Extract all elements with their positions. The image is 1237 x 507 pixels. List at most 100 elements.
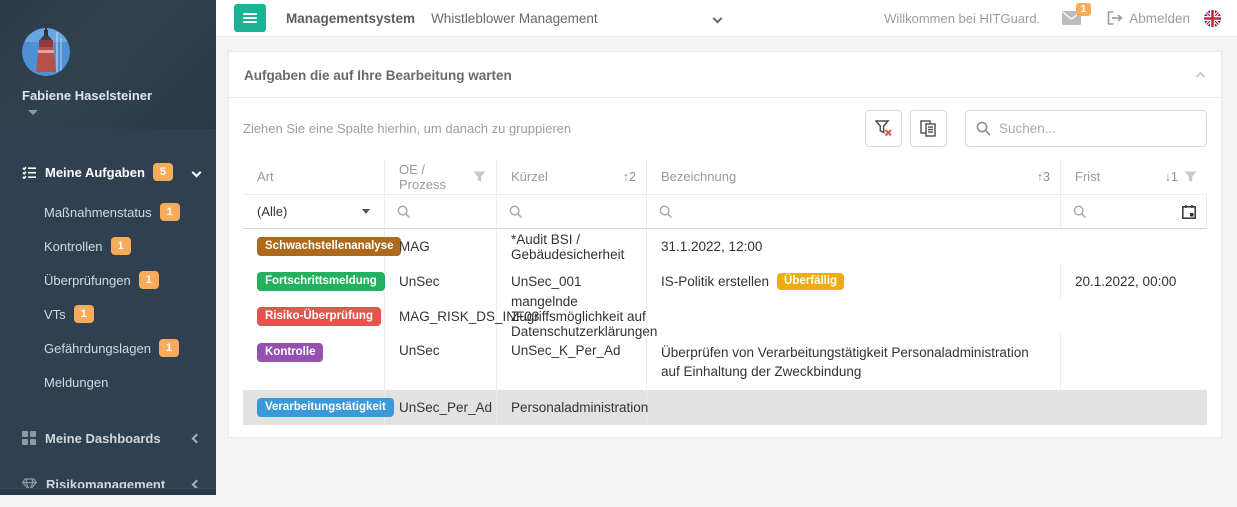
filter-funnel-icon[interactable] [473, 171, 486, 183]
filter-cell-kuerzel[interactable] [497, 195, 647, 228]
table-row[interactable]: Fortschrittsmeldung UnSec UnSec_001 IS-P… [243, 264, 1207, 299]
filter-funnel-icon[interactable] [1184, 171, 1197, 183]
calendar-icon[interactable] [1182, 205, 1196, 219]
panel-bottom-padding [229, 425, 1221, 437]
chevron-left-icon [192, 433, 202, 443]
type-badge: Risiko-Überprüfung [257, 307, 381, 326]
table-row[interactable]: Kontrolle UnSec UnSec_K_Per_Ad Überprüfe… [243, 334, 1207, 390]
cell-oe: UnSec [385, 264, 497, 299]
type-badge: Kontrolle [257, 343, 323, 362]
filter-cell-bezeichnung[interactable] [647, 195, 1061, 228]
type-badge: Verarbeitungstätigkeit [257, 398, 394, 417]
sidebar-item-label: Maßnahmenstatus [44, 205, 152, 220]
cell-oe: MAG [385, 229, 497, 264]
grid-search [965, 110, 1207, 147]
search-input[interactable] [999, 121, 1196, 136]
sidebar-nav: Meine Aufgaben 5 Maßnahmenstatus 1 Kontr… [0, 155, 216, 507]
hamburger-icon [243, 11, 257, 25]
count-badge: 1 [159, 339, 179, 357]
cell-kuerzel: UnSec_Per_Ad [385, 390, 497, 425]
messages-button[interactable]: 1 [1062, 11, 1081, 25]
page-content: Aufgaben die auf Ihre Bearbeitung warten… [216, 37, 1237, 495]
sidebar-item-kontrollen[interactable]: Kontrollen 1 [0, 229, 216, 263]
count-badge: 1 [111, 237, 131, 255]
module-selector[interactable]: Whistleblower Management [431, 11, 721, 26]
chevron-up-icon [1196, 72, 1206, 82]
export-button[interactable] [910, 110, 947, 147]
cell-bezeichnung: Personaladministration [497, 390, 647, 425]
language-flag-uk-icon[interactable] [1204, 10, 1221, 27]
sidebar-footer-divider [0, 488, 216, 495]
dropdown-caret-icon [362, 209, 370, 214]
profile-dropdown-caret-icon[interactable] [28, 110, 38, 115]
sidebar-toggle-button[interactable] [234, 4, 266, 32]
sidebar: Fabiene Haselsteiner Meine Aufgaben 5 Ma… [0, 0, 216, 495]
count-badge: 1 [74, 305, 94, 323]
sidebar-item-risikomanagement[interactable]: Risikomanagement [0, 461, 216, 507]
tasks-panel: Aufgaben die auf Ihre Bearbeitung warten… [228, 51, 1222, 438]
column-header-frist[interactable]: Frist ↓1 [1061, 159, 1207, 194]
cell-bezeichnung: IS-Politik erstellen Überfällig [647, 264, 1061, 299]
sidebar-item-label: Meldungen [44, 375, 108, 390]
column-header-bezeichnung[interactable]: Bezeichnung ↑3 [647, 159, 1061, 194]
column-label: Art [257, 169, 274, 184]
sort-indicator: ↑3 [1037, 170, 1050, 184]
sign-out-icon [1107, 11, 1123, 25]
avatar[interactable] [22, 28, 70, 76]
type-badge: Fortschrittsmeldung [257, 272, 385, 291]
sidebar-item-vts[interactable]: VTs 1 [0, 297, 216, 331]
grid-toolbar: Ziehen Sie eine Spalte hierhin, um danac… [229, 98, 1221, 159]
sidebar-item-label: Meine Aufgaben [45, 165, 145, 180]
cell-bezeichnung: mangelnde Zugriffsmöglichkeit auf Datens… [497, 299, 647, 334]
type-badge: Schwachstellenanalyse [257, 237, 401, 256]
table-row[interactable]: Schwachstellenanalyse MAG *Audit BSI / G… [243, 229, 1207, 264]
sidebar-item-ueberpruefungen[interactable]: Überprüfungen 1 [0, 263, 216, 297]
sidebar-item-meine-dashboards[interactable]: Meine Dashboards [0, 415, 216, 461]
profile-user-name: Fabiene Haselsteiner [22, 88, 198, 103]
art-filter-value: (Alle) [255, 204, 287, 219]
filter-cell-art[interactable]: (Alle) [243, 195, 385, 228]
cell-bezeichnung: Überprüfen von Verarbeitungstätigkeit Pe… [647, 334, 1061, 390]
logout-label: Abmelden [1129, 11, 1190, 26]
cell-kuerzel: MAG_RISK_DS_INF03 [385, 299, 497, 334]
welcome-text: Willkommen bei HITGuard. [884, 11, 1040, 26]
tasks-table: Art OE / Prozess Kürzel ↑2 Bezeichnung [243, 159, 1207, 425]
cell-bezeichnung: *Audit BSI / Gebäudesicherheit [497, 229, 647, 264]
sidebar-item-meine-aufgaben[interactable]: Meine Aufgaben 5 [0, 155, 216, 189]
group-panel-hint: Ziehen Sie eine Spalte hierhin, um danac… [243, 121, 571, 136]
column-label: OE / Prozess [399, 162, 467, 192]
table-row-selected[interactable]: Verarbeitungstätigkeit UnSec_Per_Ad Pers… [243, 390, 1207, 425]
chevron-down-icon [192, 167, 202, 177]
filter-cell-frist[interactable] [1061, 195, 1207, 228]
logout-button[interactable]: Abmelden [1107, 11, 1190, 26]
sidebar-item-massnahmenstatus[interactable]: Maßnahmenstatus 1 [0, 195, 216, 229]
count-badge: 1 [139, 271, 159, 289]
column-label: Bezeichnung [661, 169, 736, 184]
dashboard-grid-icon [22, 431, 36, 445]
sidebar-item-meldungen[interactable]: Meldungen [0, 365, 216, 399]
column-label: Kürzel [511, 169, 548, 184]
search-icon [509, 205, 523, 219]
panel-title: Aufgaben die auf Ihre Bearbeitung warten [244, 68, 512, 83]
column-header-oe-prozess[interactable]: OE / Prozess [385, 159, 497, 194]
sidebar-item-label: Gefährdungslagen [44, 341, 151, 356]
search-icon [1073, 205, 1087, 219]
table-header-row: Art OE / Prozess Kürzel ↑2 Bezeichnung [243, 159, 1207, 194]
cell-kuerzel: UnSec_K_Per_Ad [497, 334, 647, 390]
column-header-kuerzel[interactable]: Kürzel ↑2 [497, 159, 647, 194]
cell-oe: UnSec [385, 334, 497, 390]
copy-export-icon [920, 120, 937, 137]
panel-collapse-button[interactable] [1195, 66, 1206, 85]
module-selector-value: Whistleblower Management [431, 11, 598, 26]
sort-indicator: ↓1 [1165, 170, 1178, 184]
profile-section[interactable]: Fabiene Haselsteiner [0, 0, 216, 129]
clear-filter-button[interactable] [865, 110, 902, 147]
messages-count-badge: 1 [1076, 3, 1092, 16]
chevron-down-icon [713, 13, 723, 23]
column-header-art[interactable]: Art [243, 159, 385, 194]
filter-cell-oe[interactable] [385, 195, 497, 228]
sidebar-item-gefaehrdungslagen[interactable]: Gefährdungslagen 1 [0, 331, 216, 365]
table-row[interactable]: Risiko-Überprüfung MAG_RISK_DS_INF03 man… [243, 299, 1207, 334]
count-badge: 5 [153, 163, 173, 181]
table-filter-row: (Alle) [243, 194, 1207, 229]
